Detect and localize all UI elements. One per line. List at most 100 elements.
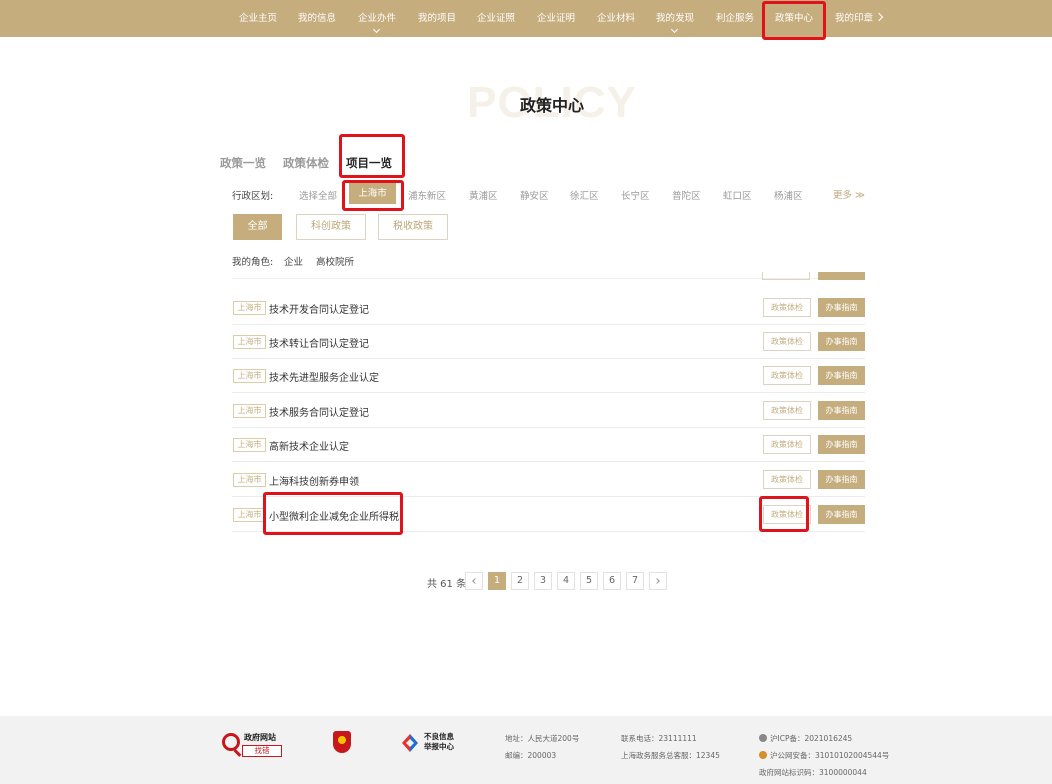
nav-item-business-services[interactable]: 利企服务: [716, 0, 754, 37]
region-filter-label: 行政区划:: [232, 191, 274, 202]
nav-item-enterprise-license[interactable]: 企业证照: [477, 0, 515, 37]
list-item[interactable]: 上海市 技术转让合同认定登记 政策体检 办事指南: [232, 324, 865, 359]
region-option-shanghai[interactable]: 上海市: [349, 183, 396, 204]
category-tax-button[interactable]: 税收政策: [378, 214, 448, 240]
policy-check-button[interactable]: [762, 272, 810, 280]
project-title[interactable]: 高新技术企业认定: [269, 438, 349, 453]
guide-button[interactable]: 办事指南: [818, 366, 865, 385]
footer-police-record[interactable]: 沪公网安备：31010102004544号: [770, 750, 889, 761]
list-item[interactable]: 上海市 上海科技创新券申领 政策体检 办事指南: [232, 462, 865, 497]
policy-check-button[interactable]: 政策体检: [763, 505, 811, 524]
nav-item-label: 企业办件: [358, 13, 397, 24]
list-item[interactable]: 上海市 技术开发合同认定登记 政策体检 办事指南: [232, 290, 865, 325]
page-button[interactable]: 1: [488, 572, 506, 590]
page-button[interactable]: 5: [580, 572, 598, 590]
region-option-changning[interactable]: 长宁区: [621, 188, 650, 202]
region-option-yangpu[interactable]: 杨浦区: [774, 188, 803, 202]
nav-item-enterprise-certificate[interactable]: 企业证明: [537, 0, 575, 37]
nav-item-enterprise-materials[interactable]: 企业材料: [597, 0, 635, 37]
guide-button[interactable]: 办事指南: [818, 435, 865, 454]
chevron-right-icon: [654, 578, 660, 584]
tab-policy-check[interactable]: 政策体检: [283, 155, 329, 171]
nav-item-label: 我的发现: [656, 13, 695, 24]
tab-policy-overview[interactable]: 政策一览: [220, 155, 266, 171]
party-emblem-icon[interactable]: [333, 731, 351, 753]
region-tag: 上海市: [233, 404, 266, 418]
list-item[interactable]: 上海市 小型微利企业减免企业所得税 政策体检 办事指南: [232, 497, 865, 532]
guide-button[interactable]: 办事指南: [818, 332, 865, 351]
gov-site-error-report-logo[interactable]: 政府网站 找错: [222, 732, 282, 758]
chevron-down-icon: [670, 25, 679, 34]
role-label: 我的角色:: [232, 257, 274, 268]
page-button[interactable]: 3: [534, 572, 552, 590]
tab-project-overview[interactable]: 项目一览: [346, 155, 392, 171]
guide-button[interactable]: 办事指南: [818, 470, 865, 489]
nav-item-enterprise-affairs[interactable]: 企业办件: [358, 0, 396, 37]
logo-text-line: 举报中心: [424, 742, 454, 751]
project-title[interactable]: 技术先进型服务企业认定: [269, 369, 379, 384]
nav-item-my-info[interactable]: 我的信息: [298, 0, 336, 37]
footer-phone: 联系电话：23111111: [621, 734, 697, 743]
guide-button[interactable]: 办事指南: [818, 298, 865, 317]
next-page-button[interactable]: [649, 572, 667, 590]
project-title[interactable]: 技术开发合同认定登记: [269, 301, 369, 316]
region-tag: 上海市: [233, 508, 266, 522]
chevron-left-icon: [472, 578, 478, 584]
region-option-xuhui[interactable]: 徐汇区: [570, 188, 599, 202]
nav-item-my-seal[interactable]: 我的印章: [835, 0, 873, 37]
list-item[interactable]: 上海市 高新技术企业认定 政策体检 办事指南: [232, 427, 865, 462]
report-center-logo[interactable]: 不良信息 举报中心: [400, 731, 462, 755]
project-title[interactable]: 上海科技创新券申领: [269, 473, 359, 488]
list-item[interactable]: 上海市 技术先进型服务企业认定 政策体检 办事指南: [232, 358, 865, 393]
region-option-pudong[interactable]: 浦东新区: [408, 188, 446, 202]
total-count: 共 61 条: [427, 579, 467, 590]
region-option-jingan[interactable]: 静安区: [520, 188, 549, 202]
page-button[interactable]: 7: [626, 572, 644, 590]
prev-page-button[interactable]: [465, 572, 483, 590]
policy-check-button[interactable]: 政策体检: [763, 401, 811, 420]
role-option-university[interactable]: 高校院所: [316, 254, 354, 268]
policy-check-button[interactable]: 政策体检: [763, 298, 811, 317]
icp-icon: [759, 734, 767, 742]
magnifier-icon: [222, 733, 240, 751]
policy-check-button[interactable]: 政策体检: [763, 435, 811, 454]
region-option-putuo[interactable]: 普陀区: [672, 188, 701, 202]
guide-button[interactable]: 办事指南: [818, 401, 865, 420]
list-item[interactable]: 上海市 技术服务合同认定登记 政策体检 办事指南: [232, 393, 865, 428]
region-tag: 上海市: [233, 369, 266, 383]
police-badge-icon: [759, 751, 767, 759]
page-button[interactable]: 4: [557, 572, 575, 590]
category-tech-innovation-button[interactable]: 科创政策: [296, 214, 366, 240]
footer-hotline: 上海政务服务总客服：12345: [621, 751, 720, 760]
region-more-link[interactable]: 更多 ≫: [833, 187, 865, 201]
nav-item-my-discovery[interactable]: 我的发现: [656, 0, 694, 37]
page-button[interactable]: 6: [603, 572, 621, 590]
policy-check-button[interactable]: 政策体检: [763, 366, 811, 385]
region-option-hongkou[interactable]: 虹口区: [723, 188, 752, 202]
nav-item-policy-center[interactable]: 政策中心: [775, 0, 813, 37]
nav-item-enterprise-home[interactable]: 企业主页: [239, 0, 277, 37]
region-option-all[interactable]: 选择全部: [299, 188, 337, 202]
role-option-enterprise[interactable]: 企业: [284, 254, 303, 268]
policy-check-button[interactable]: 政策体检: [763, 332, 811, 351]
region-tag: 上海市: [233, 301, 266, 315]
footer-icp[interactable]: 沪ICP备：2021016245: [770, 733, 852, 744]
page-title: 政策中心: [519, 96, 584, 115]
project-title[interactable]: 技术转让合同认定登记: [269, 335, 369, 350]
project-title[interactable]: 技术服务合同认定登记: [269, 404, 369, 419]
guide-button[interactable]: [818, 272, 865, 280]
nav-item-my-projects[interactable]: 我的项目: [418, 0, 456, 37]
page-button[interactable]: 2: [511, 572, 529, 590]
category-all-button[interactable]: 全部: [233, 214, 282, 240]
chevron-right-icon[interactable]: [874, 12, 884, 22]
logo-text: 找错: [242, 745, 282, 757]
guide-button[interactable]: 办事指南: [818, 505, 865, 524]
footer-address: 地址：人民大道200号: [505, 734, 580, 743]
logo-text-line: 不良信息: [424, 732, 454, 741]
project-title[interactable]: 小型微利企业减免企业所得税: [269, 508, 399, 523]
region-tag: 上海市: [233, 335, 266, 349]
policy-check-button[interactable]: 政策体检: [763, 470, 811, 489]
region-option-huangpu[interactable]: 黄浦区: [469, 188, 498, 202]
footer-site-code: 政府网站标识码：3100000044: [759, 768, 867, 777]
logo-text: 政府网站: [244, 733, 276, 742]
